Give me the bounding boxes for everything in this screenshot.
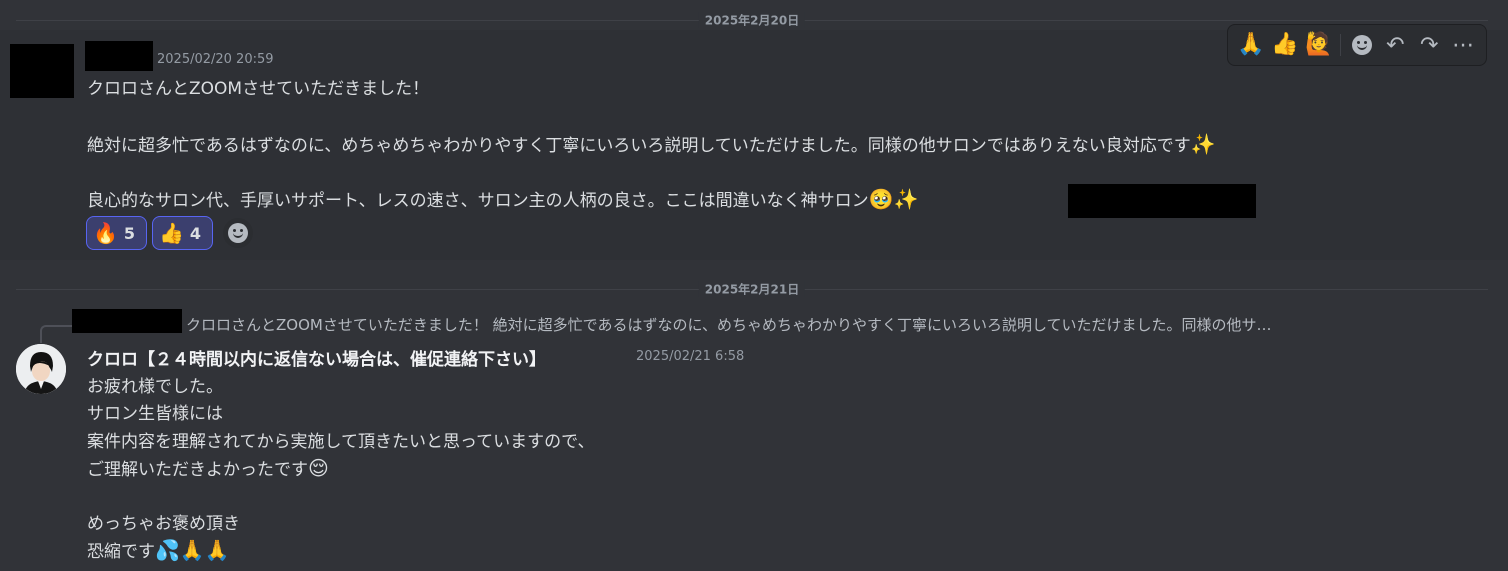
message-timestamp[interactable]: 2025/02/21 6:58 [636, 349, 744, 364]
message-line-text: 恐縮です [87, 542, 155, 562]
add-reaction-button[interactable] [223, 218, 253, 248]
message-line: クロロさんとZOOMさせていただきました！ [87, 79, 430, 99]
message-line-text: 絶対に超多忙であるはずなのに、めちゃめちゃわかりやすく丁寧にいろいろ説明していた… [87, 136, 1191, 156]
sweat-pray-emojis: 💦🙏🙏 [155, 538, 230, 562]
message-line: お疲れ様でした。 [87, 377, 223, 397]
reaction-fire[interactable]: 🔥 5 [86, 216, 147, 250]
date-divider: 2025年2月21日 [16, 280, 1488, 298]
avatar[interactable] [16, 344, 66, 394]
avatar-redacted[interactable] [10, 44, 74, 98]
reaction-count: 5 [123, 223, 136, 243]
message-line: 恐縮です💦🙏🙏 [87, 537, 230, 562]
add-reaction-icon [228, 223, 248, 243]
author-name[interactable]: クロロ【２４時間以内に返信ない場合は、催促連絡下さい】 [87, 345, 546, 370]
reply-spine [40, 325, 72, 343]
message-line: 良心的なサロン代、手厚いサポート、レスの速さ、サロン主の人柄の良さ。ここは間違い… [87, 186, 918, 211]
message-timestamp[interactable]: 2025/02/20 20:59 [157, 52, 274, 67]
reply-preview[interactable]: クロロさんとZOOMさせていただきました！ 絶対に超多忙であるはずなのに、めちゃ… [186, 314, 1448, 335]
message-line: ご理解いただきよかったです😌 [87, 455, 329, 480]
message-line-text: 良心的なサロン代、手厚いサポート、レスの速さ、サロン主の人柄の良さ。ここは間違い… [87, 191, 869, 211]
reaction-thumbs-up[interactable]: 👍 4 [152, 216, 213, 250]
add-reaction-icon [1351, 35, 1372, 55]
toolbar-separator [1339, 34, 1341, 56]
message-line: めっちゃお褒め頂き [87, 514, 240, 534]
more-icon: ⋯ [1452, 32, 1475, 58]
message-line: 絶対に超多忙であるはずなのに、めちゃめちゃわかりやすく丁寧にいろいろ説明していた… [87, 131, 1216, 156]
message-line-text: ご理解いただきよかったです [87, 460, 308, 480]
fire-emoji: 🔥 [93, 221, 118, 245]
forward-button[interactable]: ↷ [1412, 28, 1446, 62]
message-action-toolbar: 🙏 👍 🙋 ↶ ↷ ⋯ [1227, 24, 1487, 66]
reaction-count: 4 [189, 223, 202, 243]
quick-reaction-thumbs-up[interactable]: 👍 [1268, 28, 1302, 62]
reply-button[interactable]: ↶ [1378, 28, 1412, 62]
date-divider-label: 2025年2月21日 [698, 280, 806, 298]
date-divider: 2025年2月20日 [16, 11, 1488, 29]
sparkles-emoji: ✨ [1190, 132, 1216, 156]
reply-icon: ↶ [1386, 32, 1405, 58]
username-redacted[interactable] [85, 41, 153, 71]
thumbs-up-emoji: 👍 [159, 221, 184, 245]
mention-redacted[interactable] [1068, 184, 1256, 218]
avatar-image [16, 344, 66, 394]
add-reaction-button[interactable] [1345, 28, 1379, 62]
message-line: 案件内容を理解されてから実施して頂きたいと思っていますので、 [87, 432, 595, 452]
message-line: サロン生皆様には [87, 404, 223, 424]
forward-icon: ↷ [1420, 32, 1439, 58]
reply-author-redacted[interactable] [72, 309, 182, 333]
pleading-sparkles-emoji: 🥹✨ [868, 187, 919, 211]
more-button[interactable]: ⋯ [1446, 28, 1480, 62]
quick-reaction-pray[interactable]: 🙏 [1234, 28, 1268, 62]
date-divider-label: 2025年2月20日 [698, 11, 806, 29]
relieved-emoji: 😌 [308, 456, 329, 480]
quick-reaction-raising-hand[interactable]: 🙋 [1302, 28, 1336, 62]
